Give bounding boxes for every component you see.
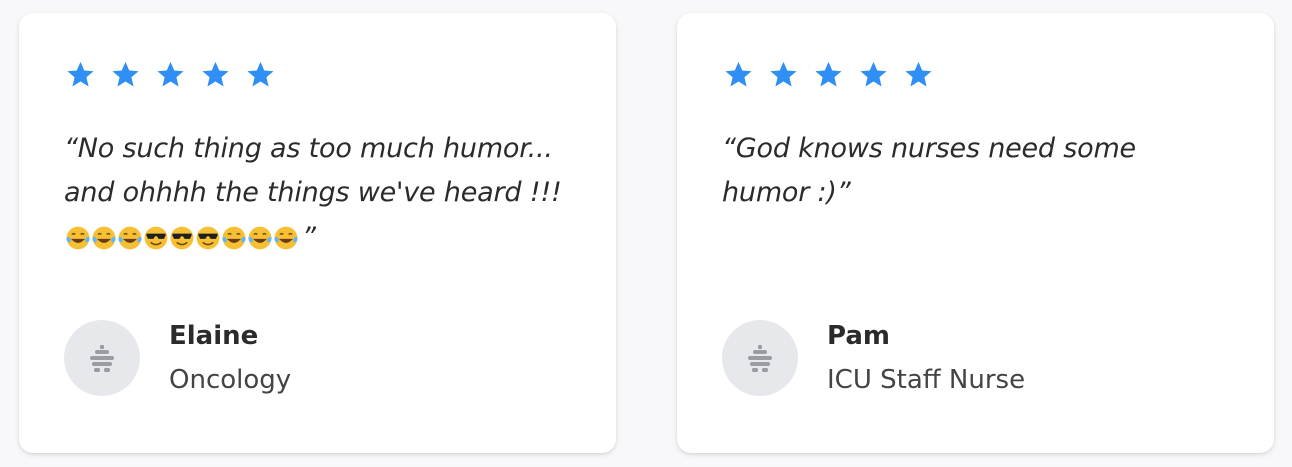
testimonial-card: “God knows nurses need some humor :)” Pa… — [677, 13, 1274, 453]
star-icon — [111, 60, 140, 89]
testimonials-section: “No such thing as too much humor... and … — [0, 0, 1292, 467]
quote-line: humor :)” — [722, 177, 851, 208]
testimonial-author: Elaine Oncology — [64, 319, 291, 397]
author-info: Elaine Oncology — [169, 319, 291, 397]
star-icon — [859, 60, 888, 89]
beehive-icon — [748, 345, 772, 372]
quote-line: “No such thing as too much humor... — [64, 133, 553, 164]
author-info: Pam ICU Staff Nurse — [827, 319, 1025, 397]
star-icon — [246, 60, 275, 89]
smiling-face-with-sunglasses-icon — [168, 224, 196, 252]
smiling-face-with-sunglasses-icon — [142, 224, 170, 252]
face-with-tears-of-joy-icon — [220, 224, 248, 252]
avatar — [64, 320, 140, 396]
star-icon — [724, 60, 753, 89]
testimonial-author: Pam ICU Staff Nurse — [722, 319, 1025, 397]
star-icon — [156, 60, 185, 89]
smiling-face-with-sunglasses-icon — [194, 224, 222, 252]
quote-emoji-line: ” — [64, 216, 316, 260]
beehive-icon — [90, 345, 114, 372]
testimonial-card: “No such thing as too much humor... and … — [19, 13, 616, 453]
quote-close-mark: ” — [302, 221, 316, 253]
star-icon — [66, 60, 95, 89]
face-with-tears-of-joy-icon — [64, 224, 92, 252]
testimonial-quote: “No such thing as too much humor... and … — [64, 127, 584, 260]
author-name: Pam — [827, 321, 890, 351]
star-icon — [814, 60, 843, 89]
star-icon — [769, 60, 798, 89]
testimonial-quote: “God knows nurses need some humor :)” — [722, 127, 1242, 215]
quote-line: “God knows nurses need some — [722, 133, 1136, 164]
star-rating — [724, 60, 933, 89]
star-icon — [201, 60, 230, 89]
face-with-tears-of-joy-icon — [246, 224, 274, 252]
author-role: Oncology — [169, 365, 292, 395]
author-role: ICU Staff Nurse — [827, 365, 1026, 395]
face-with-tears-of-joy-icon — [116, 224, 144, 252]
star-icon — [904, 60, 933, 89]
face-with-tears-of-joy-icon — [272, 224, 300, 252]
avatar — [722, 320, 798, 396]
quote-line: and ohhhh the things we've heard !!! — [64, 177, 562, 208]
author-name: Elaine — [169, 321, 259, 351]
star-rating — [66, 60, 275, 89]
face-with-tears-of-joy-icon — [90, 224, 118, 252]
